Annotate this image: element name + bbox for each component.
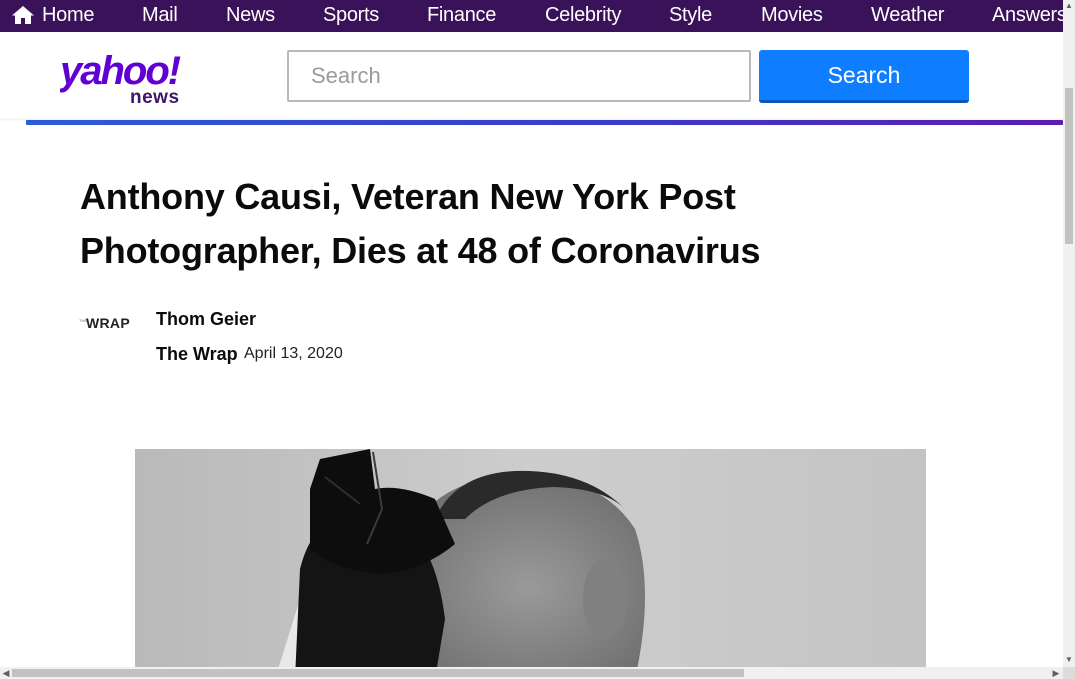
nav-item-movies[interactable]: Movies xyxy=(761,0,823,32)
horizontal-scrollbar[interactable]: ◀ ▶ xyxy=(0,667,1063,679)
article-photo xyxy=(135,449,926,679)
header-accent-bar xyxy=(26,120,1063,125)
article-title: Anthony Causi, Veteran New York Post Pho… xyxy=(80,176,761,271)
article-author[interactable]: Thom Geier xyxy=(156,309,256,330)
chevron-up-icon[interactable]: ▲ xyxy=(1064,1,1074,11)
search-input[interactable] xyxy=(287,50,751,102)
scrollbar-corner xyxy=(1063,667,1075,679)
logo-subtitle: news xyxy=(130,87,180,108)
chevron-left-icon[interactable]: ◀ xyxy=(1,667,11,679)
home-icon[interactable] xyxy=(11,5,35,25)
nav-item-sports[interactable]: Sports xyxy=(323,0,379,32)
search-button[interactable]: Search xyxy=(759,50,969,103)
yahoo-news-logo[interactable]: yahoo! news xyxy=(60,50,210,108)
nav-item-celebrity[interactable]: Celebrity xyxy=(545,0,622,32)
article-source[interactable]: The Wrap xyxy=(156,344,238,365)
nav-item-home[interactable]: Home xyxy=(42,0,94,32)
nav-item-answers[interactable]: Answers xyxy=(992,0,1063,32)
vertical-scrollbar[interactable]: ▲ ▼ xyxy=(1063,0,1075,667)
chevron-right-icon[interactable]: ▶ xyxy=(1051,667,1061,679)
top-nav-bar: Home Mail News Sports Finance Celebrity … xyxy=(0,0,1063,32)
nav-item-weather[interactable]: Weather xyxy=(871,0,944,32)
the-wrap-logo[interactable]: THE WRAP xyxy=(79,313,143,333)
photo-image xyxy=(135,449,926,679)
nav-item-style[interactable]: Style xyxy=(669,0,712,32)
nav-item-finance[interactable]: Finance xyxy=(427,0,496,32)
nav-item-mail[interactable]: Mail xyxy=(142,0,178,32)
article-date: April 13, 2020 xyxy=(244,345,343,362)
provider-logo-text: WRAP xyxy=(86,315,130,331)
chevron-down-icon[interactable]: ▼ xyxy=(1064,655,1074,665)
horizontal-scroll-thumb[interactable] xyxy=(12,669,744,677)
vertical-scroll-thumb[interactable] xyxy=(1065,88,1073,244)
nav-item-news[interactable]: News xyxy=(226,0,275,32)
